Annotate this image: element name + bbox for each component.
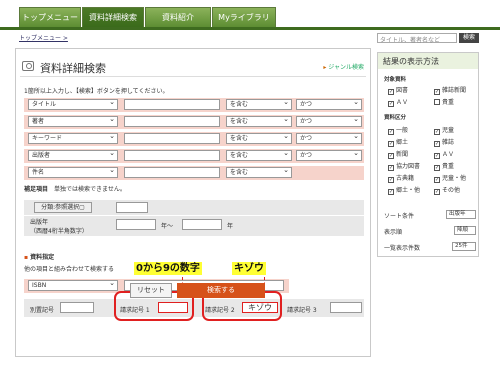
- search-row-tail: を含む: [224, 166, 364, 180]
- global-search-button[interactable]: 検索: [459, 33, 479, 43]
- operator-select[interactable]: かつ: [296, 98, 362, 110]
- tab-advanced-search[interactable]: 資料詳細検索: [82, 7, 144, 27]
- checkbox-kubun[interactable]: ✓ 貴重: [434, 161, 454, 171]
- keyword-input[interactable]: [124, 133, 220, 144]
- checkbox-kubun[interactable]: ✓ 児童: [434, 125, 454, 135]
- checkbox-kubun[interactable]: ✓ 郷土: [388, 137, 408, 147]
- sort-label: ソート条件: [384, 213, 415, 220]
- match-select[interactable]: を含む: [226, 166, 292, 178]
- search-button[interactable]: 検索する: [177, 283, 265, 298]
- search-row: 著者 を含む かつ: [24, 115, 364, 129]
- checkbox-kubun[interactable]: ✓ 古典籍: [388, 173, 414, 183]
- keyword-input[interactable]: [124, 99, 220, 110]
- category-input[interactable]: [116, 202, 148, 213]
- checkbox-av[interactable]: ✓ ＡＶ: [388, 97, 408, 107]
- checkbox-tosho[interactable]: ✓ 図書: [388, 85, 408, 95]
- checkbox-zasshi[interactable]: ✓ 雑誌新聞: [434, 85, 466, 95]
- checkbox-kubun[interactable]: ✓ 児童・他: [434, 173, 466, 183]
- top-nav: トップメニュー 資料詳細検索 資料紹介 Myライブラリ: [0, 0, 500, 30]
- checkbox-kubun[interactable]: ✓ 新聞: [388, 149, 408, 159]
- seikyu3-label: 請求記号 3: [287, 307, 317, 314]
- divider: [20, 76, 366, 77]
- operator-select[interactable]: かつ: [296, 132, 362, 144]
- isbn-select[interactable]: ISBN: [28, 279, 118, 291]
- global-search-input[interactable]: タイトル、著者名など: [377, 33, 457, 44]
- genre-search-link[interactable]: ▸ ジャンル検索: [323, 62, 364, 71]
- keyword-input[interactable]: [124, 167, 220, 178]
- display-order-select[interactable]: 降順: [454, 226, 476, 235]
- breadcrumb[interactable]: トップメニュー >: [19, 33, 68, 42]
- checkbox-kubun[interactable]: ✓ 雑誌: [434, 137, 454, 147]
- betchi-label: 別置記号: [30, 307, 55, 314]
- category-label: 資料区分: [384, 115, 407, 121]
- count-select[interactable]: 25件: [452, 242, 476, 251]
- callout-kizou: キゾウ: [232, 262, 266, 275]
- tab-top-menu[interactable]: トップメニュー: [19, 7, 81, 27]
- field-select[interactable]: 件名: [28, 166, 118, 178]
- tab-material-intro[interactable]: 資料紹介: [145, 7, 211, 27]
- year-from-input[interactable]: [116, 219, 156, 230]
- supplement-label: 補足項目: [24, 186, 49, 193]
- magnifier-icon: [22, 61, 34, 71]
- side-title: 結果の表示方法: [378, 53, 478, 69]
- match-select[interactable]: を含む: [226, 98, 292, 110]
- search-row: タイトル を含む かつ: [24, 98, 364, 112]
- result-options-panel: 結果の表示方法 対象資料 ✓ 図書 ✓ 雑誌新聞 ✓ ＡＶ 貴重 資料区分 ✓ 一般 ✓…: [377, 52, 479, 257]
- checkbox-kubun[interactable]: ✓ ＡＶ: [434, 149, 454, 159]
- field-select[interactable]: キーワード: [28, 132, 118, 144]
- callout-digits: 0から9の数字: [134, 262, 202, 275]
- match-select[interactable]: を含む: [226, 115, 292, 127]
- shiryo-note: 他の項目と組み合わせて検索する: [24, 266, 115, 273]
- intro-text: 1箇所以上入力し、【検索】ボタンを押してください。: [24, 88, 169, 95]
- field-select[interactable]: 著者: [28, 115, 118, 127]
- operator-select[interactable]: かつ: [296, 115, 362, 127]
- sort-select[interactable]: 出版年: [446, 210, 476, 219]
- operator-select[interactable]: かつ: [296, 149, 362, 161]
- checkbox-kubun[interactable]: ✓ 協力図書: [388, 161, 420, 171]
- target-material-label: 対象資料: [384, 77, 407, 83]
- search-row: キーワード を含む かつ: [24, 132, 364, 146]
- shiryo-label: ▪ 資料指定: [24, 254, 55, 261]
- keyword-input[interactable]: [124, 150, 220, 161]
- seikyu3-input[interactable]: [330, 302, 362, 313]
- search-row: 件名: [24, 166, 224, 180]
- checkbox-kubun[interactable]: ✓ 一般: [388, 125, 408, 135]
- advanced-search-panel: 資料詳細検索 ▸ ジャンル検索 1箇所以上入力し、【検索】ボタンを押してください…: [15, 48, 371, 357]
- search-row: 出版者 を含む かつ: [24, 149, 364, 163]
- supplement-note: 単独では検索できません。: [54, 186, 126, 193]
- checkbox-kubun[interactable]: ✓ その他: [434, 185, 460, 195]
- tab-my-library[interactable]: Myライブラリ: [212, 7, 276, 27]
- checkbox-kicho[interactable]: 貴重: [434, 97, 454, 106]
- match-select[interactable]: を含む: [226, 132, 292, 144]
- year-to-input[interactable]: [182, 219, 222, 230]
- field-select[interactable]: タイトル: [28, 98, 118, 110]
- page-title: 資料詳細検索: [40, 62, 106, 75]
- display-order-label: 表示順: [384, 229, 403, 236]
- year-label: 出版年: [30, 219, 49, 226]
- reset-button[interactable]: リセット: [130, 283, 172, 298]
- keyword-input[interactable]: [124, 116, 220, 127]
- year-to-suffix: 年: [227, 223, 234, 230]
- betchi-input[interactable]: [60, 302, 94, 313]
- year-from-suffix: 年～: [161, 223, 174, 230]
- count-label: 一覧表示件数: [384, 245, 421, 252]
- field-select[interactable]: 出版者: [28, 149, 118, 161]
- checkbox-kubun[interactable]: ✓ 郷土・他: [388, 185, 420, 195]
- category-select-button[interactable]: 分類:参照選択▢: [34, 202, 92, 213]
- match-select[interactable]: を含む: [226, 149, 292, 161]
- nav-bar: [0, 27, 500, 30]
- year-sub: （西暦4桁半角数字）: [30, 228, 88, 235]
